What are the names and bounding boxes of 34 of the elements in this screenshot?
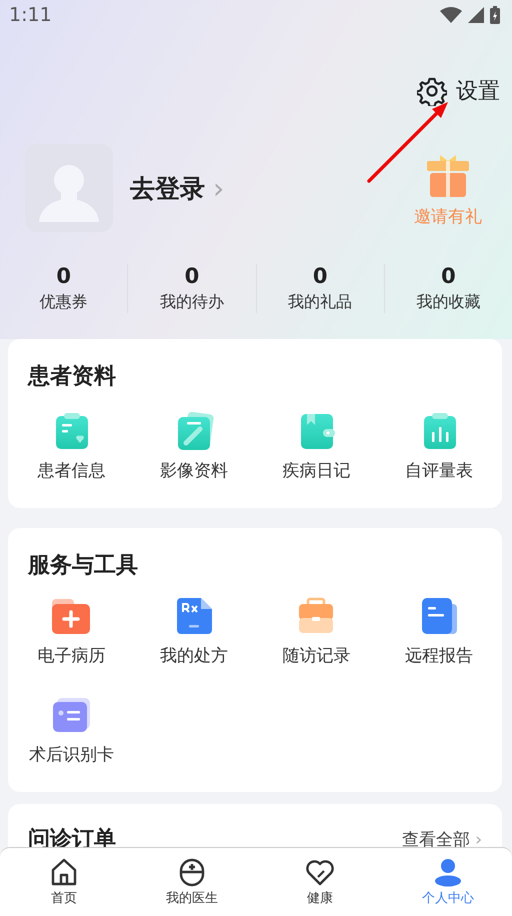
heart-icon <box>305 857 335 887</box>
menu-item[interactable]: 术后识别卡 <box>10 695 132 766</box>
menu-item[interactable]: 随访记录 <box>255 596 378 667</box>
menu-item[interactable]: 我的处方 <box>132 596 255 667</box>
section-title: 患者资料 <box>26 363 117 391</box>
doctor-icon <box>177 857 207 887</box>
tab[interactable]: 我的医生 <box>128 848 256 916</box>
menu-item[interactable]: 疾病日记 <box>255 411 378 482</box>
menu-item[interactable]: 影像资料 <box>132 411 255 482</box>
menu-item[interactable]: 电子病历 <box>10 596 132 667</box>
menu-item[interactable]: 远程报告 <box>378 596 500 667</box>
settings-button[interactable]: 设置 <box>417 76 500 106</box>
id-card-icon <box>51 695 92 735</box>
stat-item[interactable]: 0 我的收藏 <box>384 264 512 313</box>
stat-item[interactable]: 0 优惠券 <box>0 264 128 313</box>
tab[interactable]: 健康 <box>256 848 384 916</box>
settings-icon <box>417 76 447 106</box>
gift-icon <box>425 152 471 198</box>
stat-item[interactable]: 0 我的礼品 <box>256 264 384 313</box>
wifi-icon <box>440 7 462 23</box>
menu-item[interactable]: 自评量表 <box>378 411 500 482</box>
folder-plus-icon <box>51 596 92 636</box>
tab[interactable]: 个人中心 <box>384 848 512 916</box>
home-icon <box>49 857 79 887</box>
person-icon <box>433 857 463 887</box>
tab[interactable]: 首页 <box>0 848 128 916</box>
login-link[interactable]: 去登录 › <box>130 172 224 204</box>
menu-item[interactable]: 患者信息 <box>10 411 132 482</box>
stat-item[interactable]: 0 我的待办 <box>127 264 256 313</box>
battery-icon <box>490 6 500 24</box>
section-title: 服务与工具 <box>26 552 139 580</box>
signal-icon <box>468 7 484 23</box>
view-all-link[interactable]: 查看全部 › <box>402 828 482 850</box>
status-time: 1:11 <box>9 4 52 26</box>
